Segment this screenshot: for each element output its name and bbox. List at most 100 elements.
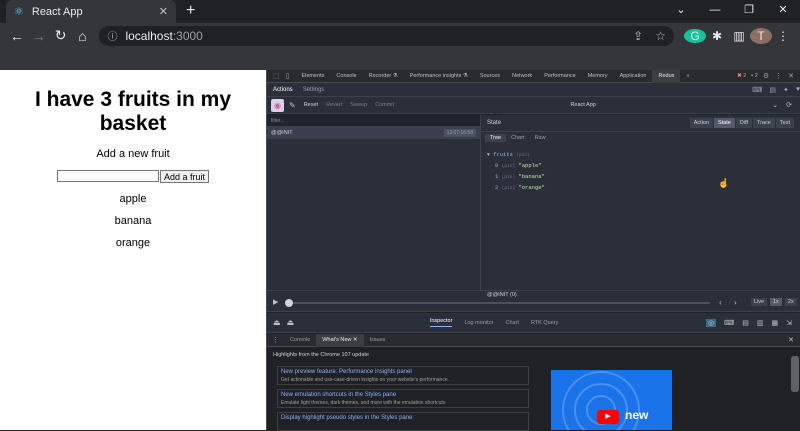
heart-icon[interactable]: ♥ xyxy=(796,86,800,93)
tab-network[interactable]: Network xyxy=(506,70,538,83)
chevron-down-icon[interactable]: ⌄ xyxy=(772,101,778,109)
instance-selector[interactable]: React App xyxy=(394,102,772,108)
inspect-element-icon[interactable]: ⬚ xyxy=(273,72,280,80)
monitor-tab-state[interactable]: State xyxy=(714,118,735,128)
back-icon[interactable]: ← xyxy=(6,28,28,44)
twitter-icon[interactable]: ✦ xyxy=(783,86,789,94)
close-tab-icon[interactable]: ✕ xyxy=(159,5,168,18)
grammarly-icon[interactable]: G xyxy=(683,28,706,43)
keyboard-icon[interactable]: ⌨ xyxy=(752,86,762,94)
remote-icon[interactable]: ⇲ xyxy=(786,319,792,327)
sweep-button[interactable]: Sweep xyxy=(350,102,367,108)
slider-toggle-icon[interactable]: ▤ xyxy=(742,319,749,327)
action-list-item[interactable]: @@INIT 12:07:16.58 xyxy=(267,127,480,139)
monitor-tab-trace[interactable]: Trace xyxy=(753,118,775,128)
slider-knob[interactable] xyxy=(285,299,293,307)
address-bar[interactable]: ⓘ localhost:3000 ⇪ ☆ xyxy=(99,25,674,46)
minimize-icon[interactable]: — xyxy=(698,0,732,23)
message-count-badge[interactable]: ▪ 2 xyxy=(751,73,758,79)
tab-application[interactable]: Application xyxy=(614,70,653,83)
menu-kebab-icon[interactable]: ⋮ xyxy=(772,29,794,43)
drawer-tab-issues[interactable]: Issues xyxy=(364,334,392,347)
slider-track[interactable] xyxy=(289,302,710,304)
youtube-play-icon[interactable]: ▶ xyxy=(597,410,619,424)
record-icon[interactable]: ◎ xyxy=(706,318,717,327)
redux-tab-settings[interactable]: Settings xyxy=(303,87,325,93)
whats-new-card[interactable]: New emulation shortcuts in the Styles pa… xyxy=(277,389,529,408)
tab-memory[interactable]: Memory xyxy=(582,70,614,83)
new-tab-button[interactable]: + xyxy=(186,0,195,23)
import-icon[interactable]: ▥ xyxy=(757,319,764,327)
persist-icon[interactable]: ⏏ xyxy=(287,318,295,327)
bottom-tab-inspector[interactable]: Inspector xyxy=(429,318,453,327)
drawer-tab-whats-new[interactable]: What's New ✕ xyxy=(316,333,364,347)
video-thumbnail[interactable]: ▶ new xyxy=(551,370,672,430)
tab-search-icon[interactable]: ⌄ xyxy=(664,0,698,23)
tree-item[interactable]: 0 (pin) "apple" xyxy=(487,161,800,172)
drawer-menu-icon[interactable]: ⋮ xyxy=(272,336,279,344)
redux-tab-actions[interactable]: Actions xyxy=(273,87,293,93)
commit-button[interactable]: Commit xyxy=(375,102,394,108)
next-action-icon[interactable]: › xyxy=(734,298,737,307)
reset-button[interactable]: Reset xyxy=(304,102,318,108)
bookmark-star-icon[interactable]: ☆ xyxy=(655,29,666,43)
close-devtools-icon[interactable]: ✕ xyxy=(788,72,794,80)
tab-performance-insights[interactable]: Performance insights ⚗ xyxy=(404,70,474,83)
pin-icon[interactable]: ✎ xyxy=(289,101,296,110)
close-window-icon[interactable]: ✕ xyxy=(766,0,800,23)
devtools-menu-icon[interactable]: ⋮ xyxy=(775,72,782,80)
play-icon[interactable]: ▶ xyxy=(273,298,278,306)
expand-arrow-icon[interactable]: ▾ xyxy=(487,151,490,158)
monitor-tab-diff[interactable]: Diff xyxy=(735,118,753,128)
tree-item[interactable]: 1 (pin) "banana" xyxy=(487,172,800,183)
fruit-input[interactable] xyxy=(56,170,159,182)
tab-elements[interactable]: Elements xyxy=(295,70,330,83)
forward-icon[interactable]: → xyxy=(28,28,50,44)
action-filter-input[interactable]: filter... xyxy=(267,115,480,127)
error-count-badge[interactable]: ✖ 2 xyxy=(737,73,746,79)
profile-avatar[interactable]: T xyxy=(749,27,772,44)
home-icon[interactable]: ⌂ xyxy=(72,28,94,44)
device-toolbar-icon[interactable]: ▯ xyxy=(286,72,290,80)
tab-console[interactable]: Console xyxy=(330,70,362,83)
maximize-icon[interactable]: ❐ xyxy=(732,0,766,23)
add-fruit-button[interactable]: Add a fruit xyxy=(159,170,210,183)
more-tabs-icon[interactable]: » xyxy=(680,70,695,83)
speed-1x-button[interactable]: 1x xyxy=(770,298,782,306)
previous-action-icon[interactable]: ‹ xyxy=(719,298,722,307)
tab-sources[interactable]: Sources xyxy=(474,70,506,83)
speed-2x-button[interactable]: 2x xyxy=(785,298,797,306)
tab-recorder[interactable]: Recorder ⚗ xyxy=(363,70,404,83)
share-icon[interactable]: ⇪ xyxy=(633,29,643,43)
side-panel-icon[interactable]: ▥ xyxy=(728,29,750,43)
tree-item[interactable]: 2 (pin) "orange" xyxy=(487,183,800,194)
view-tab-tree[interactable]: Tree xyxy=(485,134,507,142)
redux-logo-icon[interactable]: ◉ xyxy=(271,98,284,112)
monitor-tab-test[interactable]: Test xyxy=(775,118,794,128)
lock-icon[interactable]: ⏏ xyxy=(273,318,281,327)
tab-performance[interactable]: Performance xyxy=(538,70,582,83)
drawer-tab-console[interactable]: Console xyxy=(284,334,316,347)
close-drawer-icon[interactable]: ✕ xyxy=(788,336,794,344)
site-info-icon[interactable]: ⓘ xyxy=(107,28,117,43)
bottom-tab-rtk-query[interactable]: RTK Query xyxy=(531,320,558,326)
browser-tab[interactable]: ⚛ React App ✕ xyxy=(6,0,176,23)
reload-icon[interactable]: ↻ xyxy=(50,27,72,44)
bottom-tab-chart[interactable]: Chart xyxy=(505,320,518,326)
revert-button[interactable]: Revert xyxy=(326,102,342,108)
view-tab-chart[interactable]: Chart xyxy=(506,134,529,142)
monitor-tab-action[interactable]: Action xyxy=(689,118,714,128)
whats-new-card[interactable]: New preview feature: Performance insight… xyxy=(277,366,529,385)
bottom-tab-log-monitor[interactable]: Log monitor xyxy=(464,320,493,326)
docs-icon[interactable]: ▤ xyxy=(769,86,776,94)
extensions-puzzle-icon[interactable]: ✱ xyxy=(706,29,728,43)
tab-redux[interactable]: Redux xyxy=(652,69,681,83)
dispatcher-icon[interactable]: ⌨ xyxy=(724,319,734,327)
export-icon[interactable]: ▦ xyxy=(772,319,779,327)
settings-gear-icon[interactable]: ⚙ xyxy=(763,72,769,80)
drawer-scrollbar[interactable] xyxy=(791,356,799,392)
tree-node-fruits[interactable]: ▾ fruits (pin) xyxy=(487,150,800,161)
speed-live-button[interactable]: Live xyxy=(751,298,768,306)
view-tab-raw[interactable]: Raw xyxy=(530,134,551,142)
sync-icon[interactable]: ⟳ xyxy=(786,101,792,109)
